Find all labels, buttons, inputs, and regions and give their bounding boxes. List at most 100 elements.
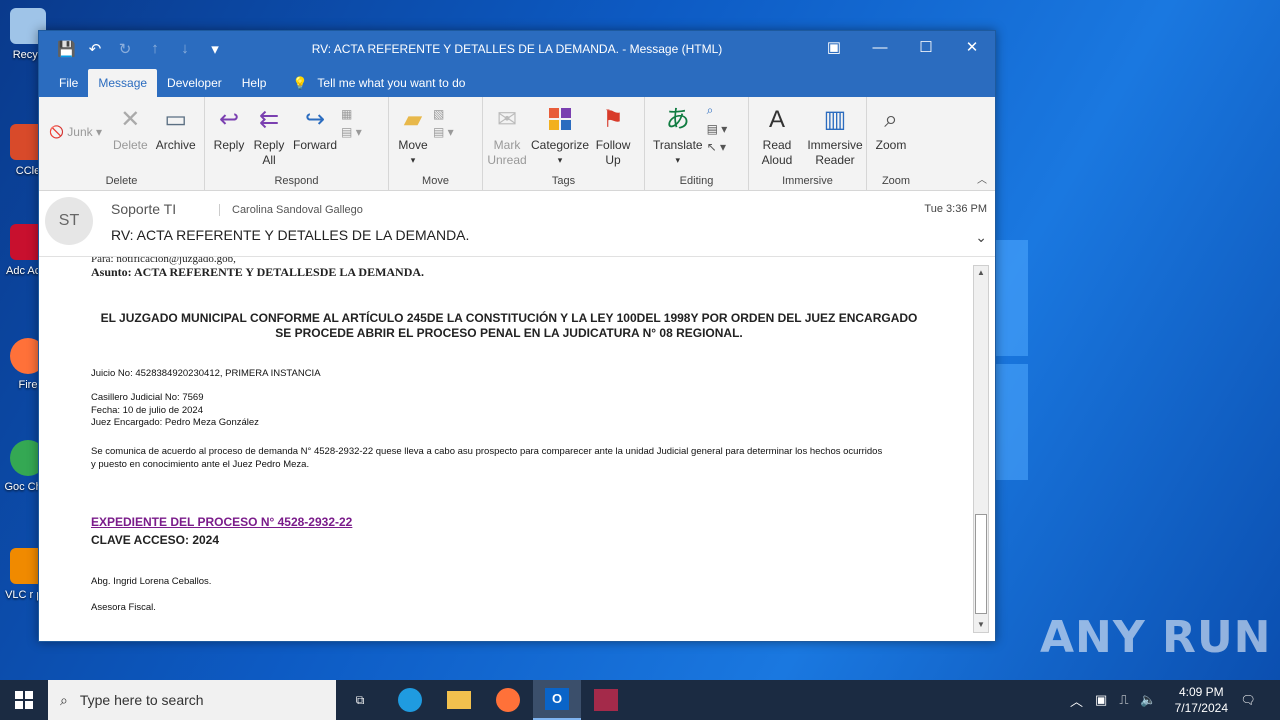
- body-heading: EL JUZGADO MUNICIPAL CONFORME AL ARTÍCUL…: [91, 311, 927, 341]
- firefox-taskbar-icon[interactable]: [484, 680, 532, 720]
- recipient-name[interactable]: Carolina Sandoval Gallego: [219, 204, 363, 216]
- immersive-reader-label: Immersive Reader: [807, 138, 863, 167]
- reply-label: Reply: [213, 138, 245, 152]
- tab-developer[interactable]: Developer: [157, 69, 232, 97]
- clave-acceso: CLAVE ACCESO: 2024: [91, 533, 220, 547]
- taskbar-search[interactable]: ⌕ Type here to search: [48, 680, 336, 720]
- to-line: Para: notificacion@juzgado.gob,: [91, 257, 236, 265]
- onenote-icon[interactable]: ▧: [433, 107, 454, 121]
- tell-me-search[interactable]: 💡 Tell me what you want to do: [292, 69, 465, 97]
- tab-file[interactable]: File: [49, 69, 88, 97]
- categorize-label: Categorize: [531, 138, 590, 152]
- folder-icon: ▰: [403, 105, 423, 133]
- group-label: Zoom: [881, 175, 911, 187]
- menu-bar: File Message Developer Help 💡 Tell me wh…: [39, 67, 995, 97]
- more-respond-icon[interactable]: ▤ ▾: [341, 125, 362, 139]
- forward-icon: ↪: [304, 105, 326, 133]
- group-label: Tags: [551, 175, 576, 187]
- delete-label: Delete: [113, 138, 148, 152]
- archive-label: Archive: [155, 138, 196, 152]
- juicio-line: Juicio No: 4528384920230412, PRIMERA INS…: [91, 368, 321, 379]
- translate-icon: あ: [665, 105, 690, 133]
- taskbar-clock[interactable]: 4:09 PM 7/17/2024: [1175, 684, 1228, 716]
- case-details: Casillero Judicial No: 7569 Fecha: 10 de…: [91, 392, 259, 430]
- reply-icon: ↩: [218, 105, 240, 133]
- tell-me-label: Tell me what you want to do: [317, 76, 466, 90]
- anyrun-watermark: ANY RUN: [1040, 612, 1272, 663]
- paragraph-line: Se comunica de acuerdo al proceso de dem…: [91, 446, 883, 457]
- body-paragraph: Se comunica de acuerdo al proceso de dem…: [91, 446, 931, 471]
- message-subject: RV: ACTA REFERENTE Y DETALLES DE LA DEMA…: [111, 227, 470, 243]
- received-time: Tue 3:36 PM: [924, 203, 987, 215]
- mark-unread-icon: ✉: [496, 105, 518, 133]
- meeting-reply-icon[interactable]: ▦: [341, 107, 362, 121]
- read-aloud-label: Read Aloud: [761, 138, 793, 167]
- find-icon[interactable]: ⌕: [707, 103, 728, 118]
- categorize-icon: [544, 103, 576, 135]
- ribbon-display-options-icon[interactable]: ▣: [811, 31, 857, 67]
- reply-all-icon: ⇇: [258, 105, 280, 133]
- avatar: ST: [45, 197, 93, 245]
- file-explorer-icon[interactable]: [435, 680, 483, 720]
- related-icon[interactable]: ▤ ▾: [707, 122, 728, 136]
- task-view-icon[interactable]: ⧉: [336, 680, 384, 720]
- archive-icon: ▭: [164, 105, 188, 133]
- tab-message[interactable]: Message: [88, 69, 158, 97]
- minimize-button[interactable]: —: [857, 31, 903, 67]
- desktop-icon-label: Fire: [18, 379, 38, 391]
- network-status-icon[interactable]: ▣: [1095, 692, 1107, 708]
- title-bar: 💾 ↶ ↻ ↑ ↓ ▾ RV: ACTA REFERENTE Y DETALLE…: [39, 31, 995, 67]
- ribbon-group-immersive: A Read Aloud ▥ Immersive Reader Immersiv…: [749, 97, 867, 191]
- lightbulb-icon: 💡: [292, 76, 308, 90]
- sender-name[interactable]: Soporte TI: [111, 201, 176, 217]
- select-icon[interactable]: ↖ ▾: [707, 140, 728, 154]
- outlook-taskbar-icon[interactable]: O: [533, 680, 581, 720]
- flag-icon: ⚑: [602, 105, 624, 133]
- windows-start-icon: [15, 691, 33, 709]
- chevron-up-icon[interactable]: ︿: [1070, 691, 1083, 710]
- read-aloud-icon: A: [768, 105, 785, 133]
- ribbon: 🚫 Junk ▾ ✕ Delete ▭ Archive Delete ↩ Rep…: [39, 97, 995, 191]
- translate-label: Translate: [653, 138, 703, 152]
- forward-label: Forward: [293, 138, 338, 152]
- clock-date: 7/17/2024: [1174, 701, 1228, 715]
- ribbon-group-zoom: ⌕ Zoom Zoom: [867, 97, 925, 191]
- zoom-icon: ⌕: [884, 105, 898, 133]
- winrar-taskbar-icon[interactable]: [582, 680, 630, 720]
- wifi-icon[interactable]: ⎍: [1119, 692, 1128, 708]
- group-label: Immersive: [782, 175, 833, 187]
- actions-icon[interactable]: ▤ ▾: [433, 125, 454, 139]
- ribbon-group-move: ▰ Move ▾ ▧ ▤ ▾ Move: [389, 97, 483, 191]
- group-label: Respond: [274, 175, 319, 187]
- close-button[interactable]: ✕: [949, 31, 995, 67]
- notifications-icon[interactable]: 🗨: [1224, 680, 1272, 720]
- collapse-ribbon-icon[interactable]: ︿: [977, 171, 987, 186]
- maximize-button[interactable]: ☐: [903, 31, 949, 67]
- message-header: ST Soporte TI Carolina Sandoval Gallego …: [39, 191, 995, 257]
- juez-line: Juez Encargado: Pedro Meza González: [91, 417, 259, 428]
- vertical-scrollbar[interactable]: ▲ ▼: [973, 265, 989, 633]
- search-icon: ⌕: [60, 691, 68, 708]
- system-tray: ︿ ▣ ⎍ 🔈: [1070, 680, 1157, 720]
- expediente-link[interactable]: EXPEDIENTE DEL PROCESO N° 4528-2932-22: [91, 515, 352, 529]
- follow-up-label: Follow Up: [595, 138, 631, 167]
- mark-unread-label: Mark Unread: [487, 138, 527, 167]
- zoom-label: Zoom: [875, 138, 907, 152]
- start-button[interactable]: [0, 680, 48, 720]
- asunto-line: Asunto: ACTA REFERENTE Y DETALLESDE LA D…: [91, 265, 425, 279]
- scroll-up-icon[interactable]: ▲: [974, 266, 988, 280]
- move-label: Move: [398, 138, 428, 152]
- junk-button[interactable]: 🚫 Junk ▾: [49, 125, 109, 139]
- scroll-thumb[interactable]: [975, 514, 987, 614]
- tab-help[interactable]: Help: [232, 69, 277, 97]
- ribbon-group-delete: 🚫 Junk ▾ ✕ Delete ▭ Archive Delete: [39, 97, 205, 191]
- ribbon-group-tags: ✉ Mark Unread Categorize ▾ ⚑ Follow Up T…: [483, 97, 645, 191]
- volume-icon[interactable]: 🔈: [1140, 692, 1156, 708]
- chevron-down-icon[interactable]: ⌄: [975, 229, 987, 246]
- scroll-down-icon[interactable]: ▼: [974, 618, 988, 632]
- ribbon-group-respond: ↩ Reply ⇇ Reply All ↪ Forward ▦ ▤ ▾ Resp…: [205, 97, 389, 191]
- group-label: Delete: [105, 175, 138, 187]
- edge-taskbar-icon[interactable]: [386, 680, 434, 720]
- reply-all-label: Reply All: [253, 138, 285, 167]
- ribbon-group-editing: あ Translate ▾ ⌕ ▤ ▾ ↖ ▾ Editing: [645, 97, 749, 191]
